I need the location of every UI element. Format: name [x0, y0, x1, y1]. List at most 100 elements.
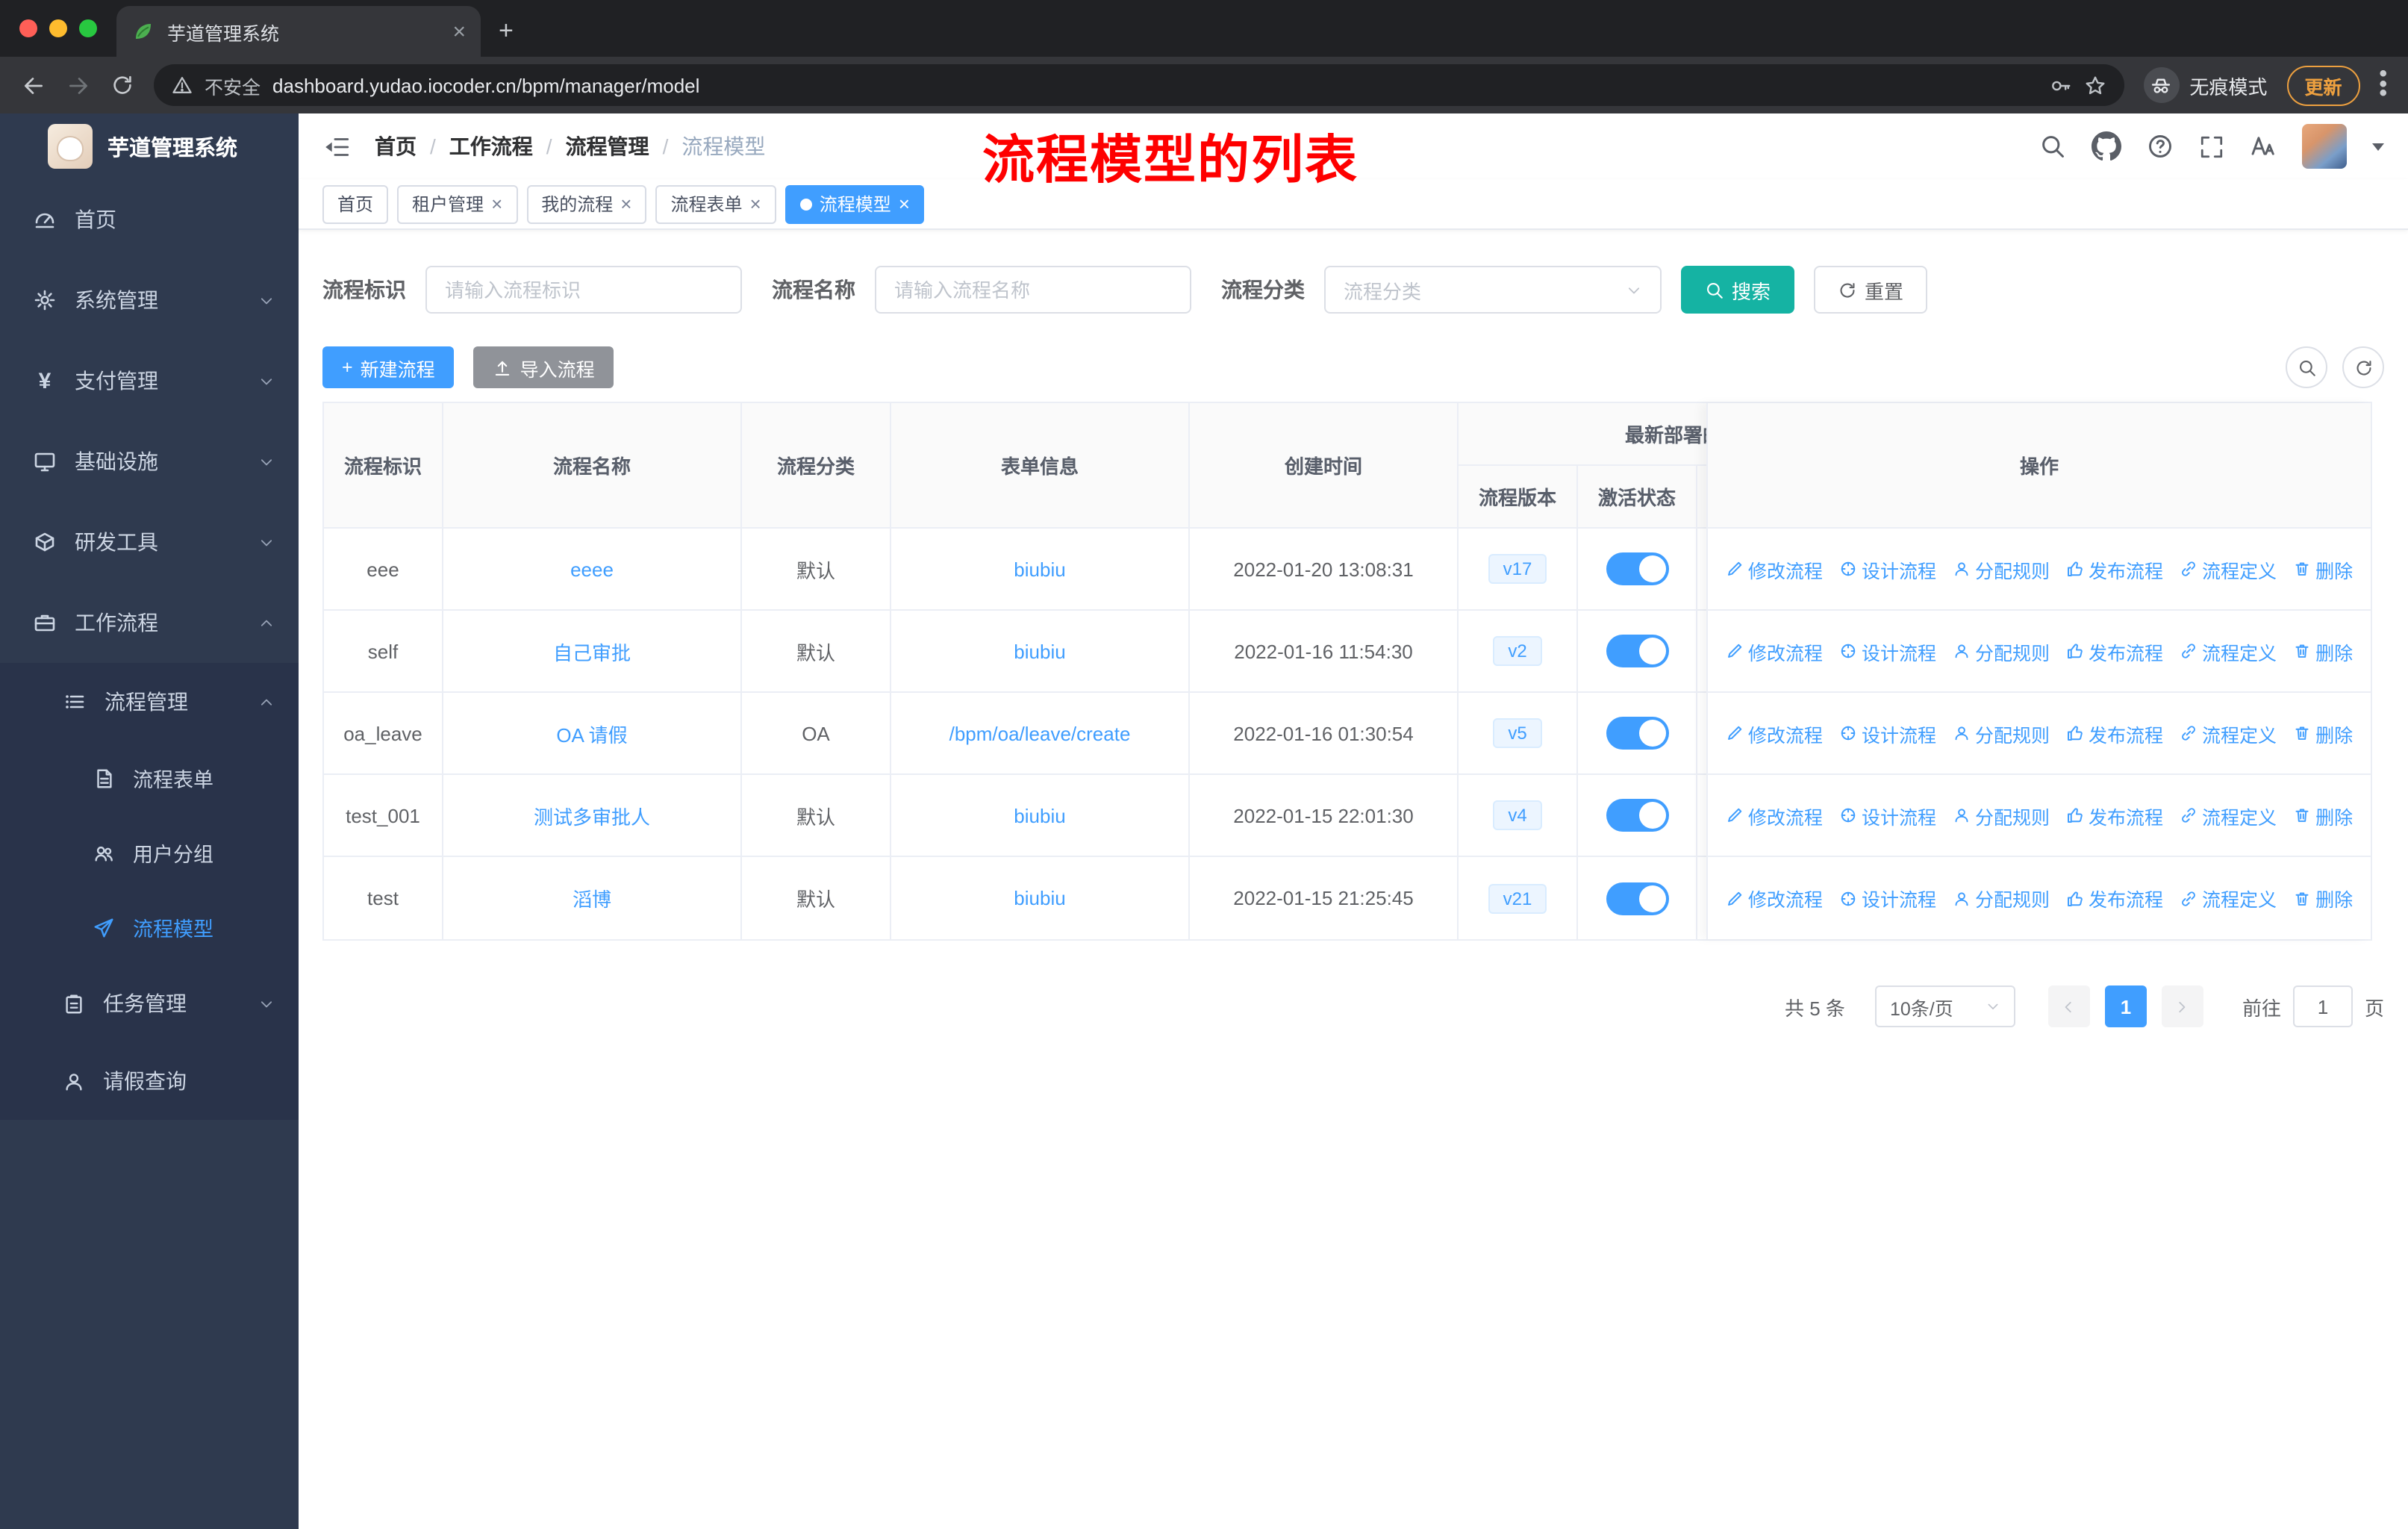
edit-process-button[interactable]: 修改流程 — [1726, 555, 1823, 583]
active-toggle[interactable] — [1606, 552, 1668, 585]
tag-tenant[interactable]: 租户管理 × — [397, 184, 518, 223]
publish-process-button[interactable]: 发布流程 — [2066, 719, 2163, 747]
process-definition-button[interactable]: 流程定义 — [2180, 555, 2277, 583]
assign-rule-button[interactable]: 分配规则 — [1953, 884, 2050, 912]
process-name-link[interactable]: 测试多审批人 — [534, 801, 650, 829]
process-name-link[interactable]: 滔博 — [573, 884, 611, 912]
sidebar-item-user-group[interactable]: 用户分组 — [0, 815, 299, 890]
next-page-button[interactable] — [2161, 985, 2203, 1027]
delete-button[interactable]: 删除 — [2293, 637, 2353, 665]
create-process-button[interactable]: + 新建流程 — [322, 346, 455, 388]
tab-close-icon[interactable]: × — [452, 20, 466, 43]
zoom-window-button[interactable] — [79, 19, 97, 37]
forward-icon[interactable] — [66, 72, 91, 98]
password-key-icon[interactable] — [2049, 74, 2071, 96]
assign-rule-button[interactable]: 分配规则 — [1953, 555, 2050, 583]
reload-icon[interactable] — [110, 73, 134, 97]
toggle-search-button[interactable] — [2286, 346, 2327, 388]
sidebar-item-task-mgmt[interactable]: 任务管理 — [0, 965, 299, 1042]
prev-page-button[interactable] — [2047, 985, 2090, 1027]
url-text[interactable]: dashboard.yudao.iocoder.cn/bpm/manager/m… — [272, 74, 699, 96]
design-process-button[interactable]: 设计流程 — [1839, 801, 1936, 829]
tag-process-model[interactable]: 流程模型 × — [785, 184, 925, 223]
form-info-link[interactable]: biubiu — [1014, 640, 1065, 662]
sidebar-item-process-form[interactable]: 流程表单 — [0, 741, 299, 815]
browser-tab[interactable]: 芋道管理系统 × — [116, 6, 481, 57]
version-badge[interactable]: v2 — [1493, 636, 1542, 666]
form-info-link[interactable]: biubiu — [1014, 887, 1065, 909]
process-name-input[interactable] — [875, 266, 1191, 314]
process-name-link[interactable]: eeee — [570, 558, 614, 580]
search-icon[interactable] — [2039, 133, 2066, 160]
delete-button[interactable]: 删除 — [2293, 884, 2353, 912]
version-badge[interactable]: v21 — [1488, 883, 1547, 913]
design-process-button[interactable]: 设计流程 — [1839, 555, 1936, 583]
version-badge[interactable]: v5 — [1493, 718, 1542, 748]
form-info-link[interactable]: biubiu — [1014, 558, 1065, 580]
process-definition-button[interactable]: 流程定义 — [2180, 719, 2277, 747]
sidebar-item-workflow[interactable]: 工作流程 — [0, 582, 299, 663]
edit-process-button[interactable]: 修改流程 — [1726, 637, 1823, 665]
close-window-button[interactable] — [19, 19, 37, 37]
edit-process-button[interactable]: 修改流程 — [1726, 719, 1823, 747]
version-badge[interactable]: v4 — [1493, 800, 1542, 830]
search-button[interactable]: 搜索 — [1681, 266, 1795, 314]
back-icon[interactable] — [21, 72, 46, 98]
active-toggle[interactable] — [1606, 799, 1668, 832]
fullscreen-icon[interactable] — [2199, 134, 2224, 159]
sidebar-item-home[interactable]: 首页 — [0, 179, 299, 260]
design-process-button[interactable]: 设计流程 — [1839, 884, 1936, 912]
process-definition-button[interactable]: 流程定义 — [2180, 637, 2277, 665]
app-logo[interactable]: 芋道管理系统 — [0, 113, 299, 179]
goto-page-input[interactable] — [2292, 985, 2353, 1027]
sidebar-item-process-mgmt[interactable]: 流程管理 — [0, 663, 299, 741]
help-icon[interactable] — [2147, 133, 2174, 160]
active-toggle[interactable] — [1606, 635, 1668, 667]
avatar-caret-icon[interactable] — [2372, 143, 2384, 150]
delete-button[interactable]: 删除 — [2293, 801, 2353, 829]
version-badge[interactable]: v17 — [1488, 554, 1547, 584]
sidebar-item-leave-query[interactable]: 请假查询 — [0, 1042, 299, 1120]
publish-process-button[interactable]: 发布流程 — [2066, 637, 2163, 665]
security-label[interactable]: 不安全 — [205, 71, 261, 99]
close-icon[interactable]: × — [750, 194, 761, 214]
close-icon[interactable]: × — [491, 194, 502, 214]
page-size-select[interactable]: 10条/页 — [1874, 985, 2015, 1027]
edit-process-button[interactable]: 修改流程 — [1726, 884, 1823, 912]
collapse-sidebar-icon[interactable] — [322, 134, 351, 159]
delete-button[interactable]: 删除 — [2293, 719, 2353, 747]
sidebar-item-process-model[interactable]: 流程模型 — [0, 890, 299, 965]
new-tab-button[interactable]: + — [499, 18, 514, 43]
process-definition-button[interactable]: 流程定义 — [2180, 884, 2277, 912]
assign-rule-button[interactable]: 分配规则 — [1953, 719, 2050, 747]
current-page-button[interactable]: 1 — [2104, 985, 2147, 1027]
design-process-button[interactable]: 设计流程 — [1839, 719, 1936, 747]
tag-process-form[interactable]: 流程表单 × — [655, 184, 776, 223]
breadcrumb-workflow[interactable]: 工作流程 — [449, 131, 533, 161]
process-id-input[interactable] — [425, 266, 742, 314]
sidebar-item-devtools[interactable]: 研发工具 — [0, 502, 299, 582]
refresh-table-button[interactable] — [2342, 346, 2384, 388]
github-icon[interactable] — [2092, 131, 2121, 161]
breadcrumb-process-mgmt[interactable]: 流程管理 — [566, 131, 649, 161]
publish-process-button[interactable]: 发布流程 — [2066, 884, 2163, 912]
sidebar-item-system[interactable]: 系统管理 — [0, 260, 299, 340]
close-icon[interactable]: × — [899, 194, 910, 214]
active-toggle[interactable] — [1606, 717, 1668, 750]
delete-button[interactable]: 删除 — [2293, 555, 2353, 583]
edit-process-button[interactable]: 修改流程 — [1726, 801, 1823, 829]
bookmark-star-icon[interactable] — [2083, 74, 2106, 96]
close-icon[interactable]: × — [620, 194, 631, 214]
reset-button[interactable]: 重置 — [1814, 266, 1928, 314]
import-process-button[interactable]: 导入流程 — [473, 346, 614, 388]
update-button[interactable]: 更新 — [2286, 65, 2360, 105]
minimize-window-button[interactable] — [49, 19, 67, 37]
process-definition-button[interactable]: 流程定义 — [2180, 801, 2277, 829]
user-avatar[interactable] — [2302, 124, 2347, 169]
process-name-link[interactable]: OA 请假 — [556, 719, 627, 747]
assign-rule-button[interactable]: 分配规则 — [1953, 801, 2050, 829]
form-info-link[interactable]: /bpm/oa/leave/create — [949, 722, 1131, 744]
design-process-button[interactable]: 设计流程 — [1839, 637, 1936, 665]
tag-home[interactable]: 首页 — [322, 184, 389, 223]
process-name-link[interactable]: 自己审批 — [553, 637, 631, 665]
